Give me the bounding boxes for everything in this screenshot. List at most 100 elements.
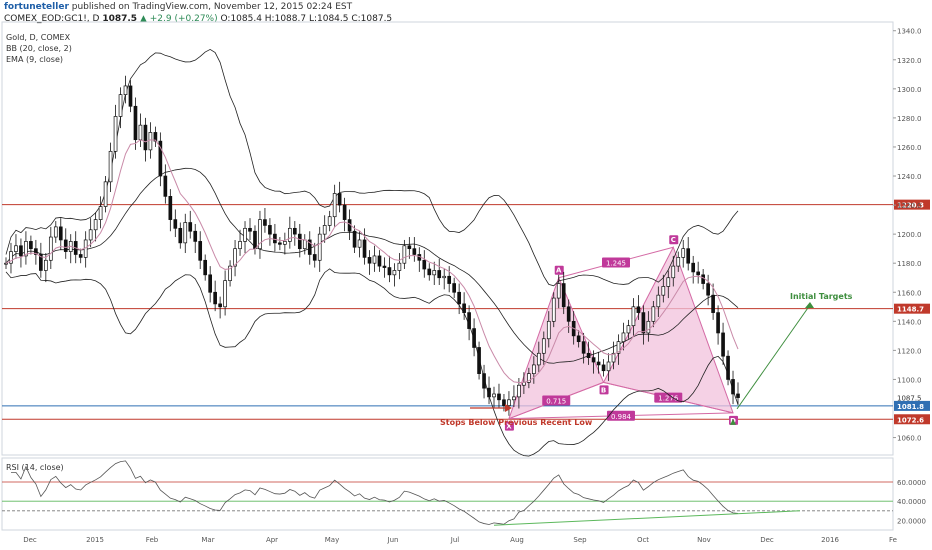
price-axis[interactable]: 1340.0 1320.0 1300.0 1280.0 1260.0 1240.0 1220… <box>893 28 922 443</box>
y-tick-label: 1100.0 <box>897 376 922 384</box>
candle-body <box>706 283 710 296</box>
candle-body <box>472 328 476 348</box>
time-axis[interactable]: Dec 2015 Feb Mar Apr May Jun Jul Aug Sep Oct Nov Dec… <box>23 536 897 544</box>
candle-body <box>188 222 193 232</box>
candle-body <box>412 248 417 255</box>
candle-body <box>248 227 252 232</box>
candle-body <box>591 357 596 363</box>
x-tick-label: Dec <box>760 536 774 544</box>
candle-body <box>442 275 447 279</box>
candle-body <box>641 312 646 334</box>
x-tick-label: Aug <box>510 536 524 544</box>
candle-body <box>292 227 297 235</box>
candle-body <box>387 267 392 276</box>
candle-body <box>377 255 382 267</box>
candle-body <box>507 399 511 406</box>
candle-body <box>681 248 686 258</box>
pattern-ratio-label: 0.984 <box>611 413 632 421</box>
rsi-pane: RSI (14, close) 60.0000 40.0000 20.0000 <box>2 460 926 526</box>
candle-body <box>517 384 521 398</box>
level-label-1148.7: 1148.7 <box>897 306 924 314</box>
candle-body <box>726 355 730 380</box>
x-tick-label: Nov <box>697 536 711 544</box>
candle-body <box>273 233 277 244</box>
candle-body <box>138 124 143 141</box>
candle-body <box>452 283 456 293</box>
rsi-tick-label: 20.0000 <box>897 517 926 525</box>
candle-body <box>322 225 327 235</box>
candle-body <box>88 229 93 241</box>
candle-body <box>133 105 138 141</box>
target-arrowhead <box>805 302 814 308</box>
candle-body <box>721 332 725 357</box>
candle-body <box>736 393 740 398</box>
x-tick-label: Sep <box>573 536 587 544</box>
candle-body <box>163 175 168 197</box>
candle-body <box>646 320 651 334</box>
x-tick-label: Fe <box>889 536 897 544</box>
candle-body <box>53 226 58 238</box>
rsi-tick-label: 40.0000 <box>897 498 926 506</box>
candle-body <box>626 325 631 334</box>
candle-body <box>288 227 292 242</box>
candle-body <box>263 219 267 226</box>
y-tick-label: 1340.0 <box>897 28 922 36</box>
candle-body <box>268 225 272 235</box>
pattern-ratio-label: 1.276 <box>658 395 679 403</box>
candle-body <box>118 94 123 117</box>
candle-body <box>213 291 217 305</box>
rsi-pane-border <box>1 457 894 531</box>
candle-body <box>243 227 247 242</box>
candle-body <box>671 265 676 279</box>
candle-body <box>342 204 347 220</box>
candle-body <box>183 222 188 244</box>
current-price-label: 1087.5 <box>897 395 922 403</box>
candle-body <box>462 303 466 313</box>
candle-body <box>532 364 536 374</box>
target-arrow <box>736 304 811 410</box>
candle-body <box>143 124 148 151</box>
x-tick-label: 2015 <box>86 536 104 544</box>
bb-upper-line <box>5 48 739 287</box>
candle-body <box>193 230 198 242</box>
candle-body <box>203 259 208 276</box>
candle-body <box>208 274 212 293</box>
candle-body <box>512 396 516 401</box>
candle-body <box>731 379 735 395</box>
pattern-point-label-C: C <box>671 236 676 244</box>
x-tick-label: Apr <box>266 536 278 544</box>
x-tick-label: 2016 <box>821 536 839 544</box>
candle-body <box>581 341 586 354</box>
candle-body <box>656 294 661 308</box>
candle-body <box>173 219 178 229</box>
candle-body <box>432 270 437 276</box>
candle-body <box>696 271 700 276</box>
candle-body <box>487 387 491 398</box>
y-tick-label: 1260.0 <box>897 144 922 152</box>
candle-body <box>676 257 681 267</box>
candle-body <box>407 245 412 250</box>
rsi-label[interactable]: RSI (14, close) <box>6 463 64 472</box>
candle-body <box>631 306 636 327</box>
candle-body <box>58 226 63 241</box>
candle-body <box>482 373 486 389</box>
price-chart[interactable]: 1220.31148.71081.81072.6 XABCD0.7151.245… <box>0 0 932 550</box>
candle-body <box>4 262 8 265</box>
price-pane-border <box>1 21 894 456</box>
candle-body <box>551 297 556 322</box>
candle-body <box>467 312 471 329</box>
candle-body <box>457 291 461 305</box>
candle-body <box>332 193 337 218</box>
candle-body <box>661 286 666 296</box>
candle-body <box>536 352 541 366</box>
y-tick-label: 1060.0 <box>897 435 922 443</box>
x-tick-label: Jul <box>450 536 460 544</box>
candle-body <box>566 306 571 322</box>
pattern-ratio-label: 0.715 <box>546 398 566 406</box>
candle-body <box>447 275 452 284</box>
y-tick-label: 1120.0 <box>897 347 922 355</box>
candle-body <box>502 399 506 406</box>
candle-body <box>44 259 48 271</box>
rsi-line <box>10 460 739 525</box>
candle-body <box>561 283 566 308</box>
